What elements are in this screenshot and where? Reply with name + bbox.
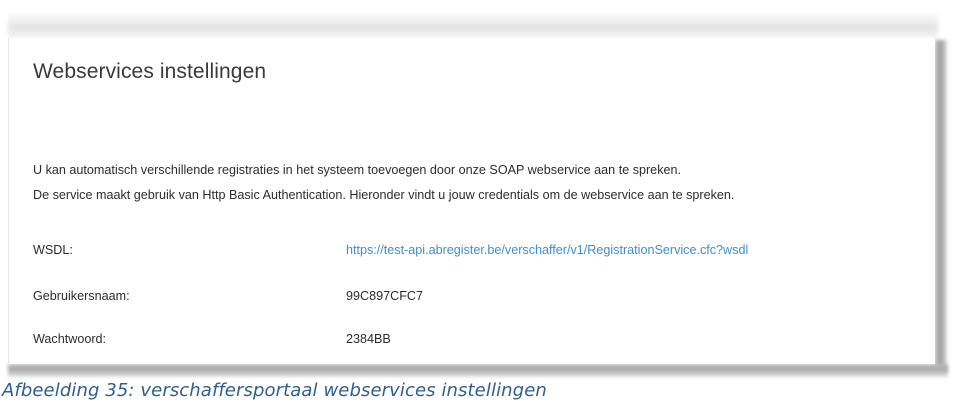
wsdl-row: WSDL: https://test-api.abregister.be/ver… (33, 243, 913, 263)
intro-text-line-1: U kan automatisch verschillende registra… (33, 163, 681, 177)
username-label: Gebruikersnaam: (33, 289, 130, 303)
password-row: Wachtwoord: 2384BB (33, 332, 913, 352)
bottom-shadow (8, 364, 948, 378)
wsdl-label: WSDL: (33, 243, 73, 257)
password-label: Wachtwoord: (33, 332, 107, 346)
username-row: Gebruikersnaam: 99C897CFC7 (33, 289, 913, 309)
right-shadow (934, 40, 948, 372)
password-value: 2384BB (346, 332, 391, 346)
top-shadow (8, 12, 938, 38)
username-value: 99C897CFC7 (346, 289, 424, 303)
intro-text-line-2: De service maakt gebruik van Http Basic … (33, 188, 735, 202)
wsdl-link[interactable]: https://test-api.abregister.be/verschaff… (346, 243, 748, 257)
webservices-settings-card: Webservices instellingen U kan automatis… (8, 38, 935, 364)
figure-caption: Afbeelding 35: verschaffersportaal webse… (2, 380, 547, 401)
page-title: Webservices instellingen (33, 60, 267, 83)
